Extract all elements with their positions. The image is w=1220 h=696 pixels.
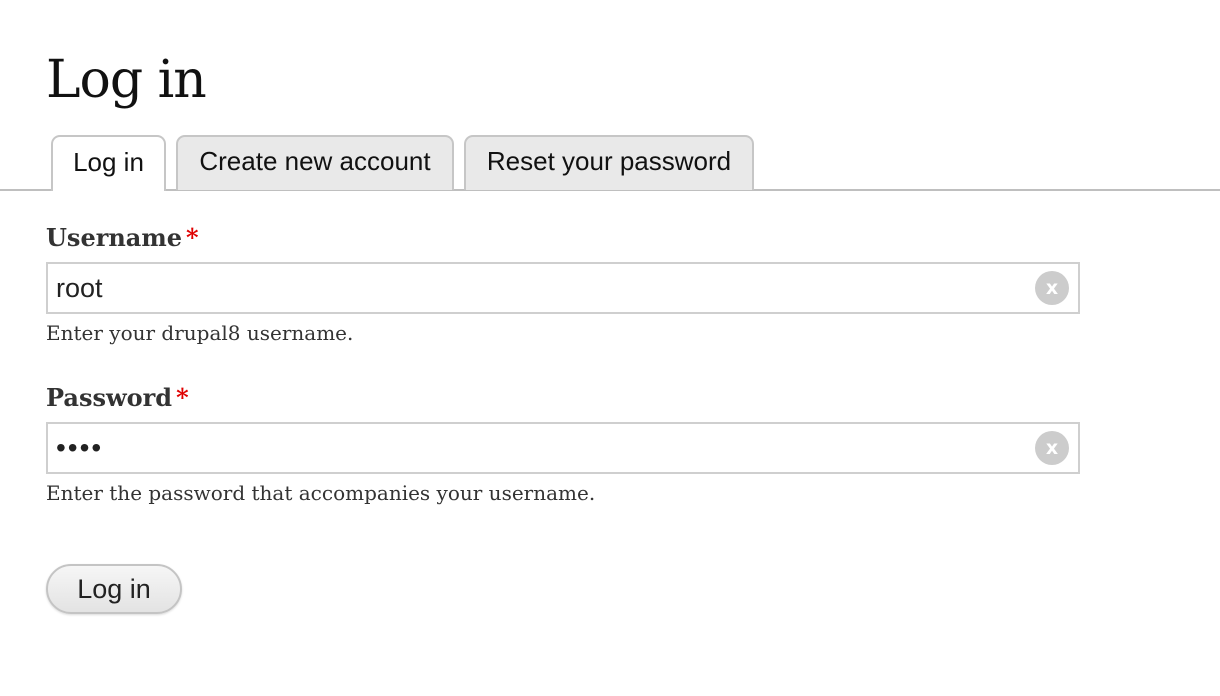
password-description: Enter the password that accompanies your… — [46, 481, 596, 505]
username-field: x — [46, 262, 1080, 314]
password-label-text: Password — [46, 383, 173, 412]
required-marker: * — [186, 223, 199, 252]
tab-create-new-account[interactable]: Create new account — [176, 135, 454, 190]
password-label: Password * — [46, 382, 189, 414]
username-label-text: Username — [46, 223, 183, 252]
password-input[interactable] — [48, 424, 1018, 472]
log-in-button[interactable]: Log in — [46, 564, 182, 614]
primary-tabs: Log in Create new account Reset your pas… — [0, 135, 1220, 191]
clear-password-icon[interactable]: x — [1035, 431, 1069, 465]
password-field: x — [46, 422, 1080, 474]
username-description: Enter your drupal8 username. — [46, 321, 354, 345]
page-title: Log in — [46, 50, 207, 110]
required-marker: * — [176, 383, 189, 412]
tab-log-in[interactable]: Log in — [51, 135, 166, 191]
clear-username-icon[interactable]: x — [1035, 271, 1069, 305]
username-input[interactable] — [48, 264, 1018, 312]
tab-reset-your-password[interactable]: Reset your password — [464, 135, 754, 190]
username-label: Username * — [46, 222, 199, 254]
